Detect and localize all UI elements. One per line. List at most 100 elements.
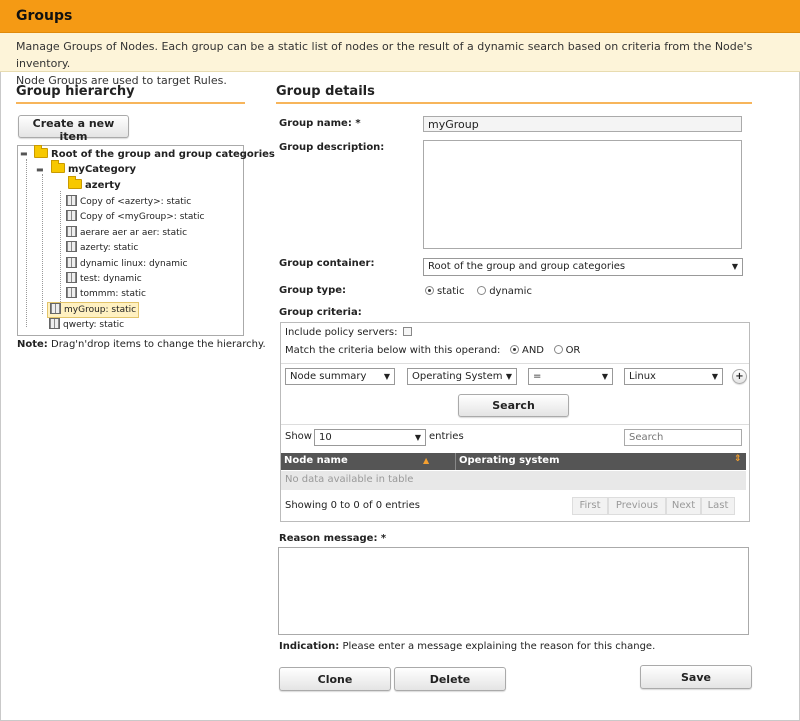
criteria-comparator-value: =: [533, 371, 542, 382]
tree-item-label: dynamic linux: dynamic: [80, 259, 188, 269]
operand-row: Match the criteria below with this opera…: [285, 345, 580, 356]
page-description: Manage Groups of Nodes. Each group can b…: [0, 33, 800, 87]
dropdown-arrow-icon: ▼: [731, 262, 738, 271]
group-container-select[interactable]: Root of the group and group categories ▼: [423, 258, 743, 276]
group-tree[interactable]: ▬ Root of the group and group categories…: [17, 145, 275, 336]
tree-root[interactable]: Root of the group and group categories: [34, 145, 275, 162]
pager-last[interactable]: Last: [701, 497, 735, 515]
criteria-value-value: Linux: [629, 371, 656, 382]
criteria-attribute-value: Operating System: [412, 371, 503, 382]
table-empty-row: No data available in table: [281, 471, 746, 490]
tree-group-item[interactable]: Copy of <myGroup>: static: [66, 210, 204, 224]
group-container-value: Root of the group and group categories: [428, 261, 626, 272]
column-node-name[interactable]: Node name: [284, 455, 348, 466]
server-icon: [66, 272, 77, 283]
entries-label: entries: [429, 431, 464, 442]
hierarchy-title: Group hierarchy: [16, 84, 245, 104]
reason-message-input[interactable]: [278, 547, 749, 635]
add-criteria-button[interactable]: +: [732, 369, 747, 384]
tree-item-label: Copy of <myGroup>: static: [80, 212, 205, 222]
group-description-input[interactable]: [423, 140, 742, 249]
server-icon: [66, 287, 77, 298]
tree-category[interactable]: myCategory: [51, 160, 137, 177]
collapse-icon[interactable]: ▬: [36, 165, 44, 174]
tree-group-item[interactable]: azerty: static: [66, 241, 138, 255]
criteria-comparator-select[interactable]: = ▼: [528, 368, 613, 385]
divider: [281, 424, 749, 425]
tree-group-item-selected[interactable]: myGroup: static: [47, 302, 140, 318]
operand-and-radio[interactable]: AND: [509, 345, 545, 356]
type-dynamic-radio[interactable]: dynamic: [477, 286, 532, 297]
pager-previous[interactable]: Previous: [608, 497, 666, 515]
and-label: AND: [521, 345, 545, 356]
column-operating-system[interactable]: Operating system: [459, 455, 560, 466]
sort-both-icon[interactable]: ⇕: [734, 454, 742, 464]
operand-or-radio[interactable]: OR: [553, 345, 580, 356]
group-type-options: static dynamic: [425, 286, 532, 297]
entries-value: 10: [319, 432, 332, 443]
server-icon: [66, 195, 77, 206]
include-policy-checkbox[interactable]: [403, 327, 413, 336]
tree-item-label: myGroup: static: [64, 305, 137, 315]
pager-first[interactable]: First: [572, 497, 608, 515]
group-description-label: Group description:: [279, 142, 385, 153]
table-search-input[interactable]: [624, 429, 742, 446]
group-type-label: Group type:: [279, 285, 347, 296]
include-policy-row: Include policy servers:: [285, 327, 413, 338]
type-dynamic-label: dynamic: [489, 286, 532, 297]
radio-empty-icon: [477, 286, 487, 295]
radio-selected-icon: [425, 286, 434, 295]
tree-item-label: test: dynamic: [80, 274, 142, 284]
tree-guide: [60, 191, 61, 316]
folder-icon: [68, 176, 82, 189]
tree-guide: [26, 159, 27, 327]
sort-asc-icon[interactable]: ▲: [423, 456, 429, 465]
entries-select[interactable]: 10 ▼: [314, 429, 426, 446]
criteria-attribute-select[interactable]: Operating System ▼: [407, 368, 517, 385]
server-icon: [66, 241, 77, 252]
search-button[interactable]: Search: [458, 394, 569, 417]
tree-group-item[interactable]: aerare aer ar aer: static: [66, 226, 187, 240]
server-icon: [66, 226, 77, 237]
server-icon: [49, 318, 60, 329]
save-button[interactable]: Save: [640, 665, 752, 689]
note-text: Drag'n'drop items to change the hierarch…: [51, 339, 266, 350]
folder-icon: [34, 145, 48, 158]
tree-subcategory-label: azerty: [85, 180, 121, 191]
dropdown-arrow-icon: ▼: [414, 433, 421, 442]
dropdown-arrow-icon: ▼: [711, 372, 718, 381]
group-name-input[interactable]: [423, 116, 742, 132]
collapse-icon[interactable]: ▬: [20, 149, 28, 158]
tree-group-item[interactable]: qwerty: static: [49, 318, 124, 332]
tree-group-item[interactable]: tommm: static: [66, 287, 146, 301]
tree-category-label: myCategory: [68, 164, 137, 175]
tree-group-item[interactable]: Copy of <azerty>: static: [66, 195, 191, 209]
show-label: Show: [285, 431, 312, 442]
tree-group-item[interactable]: test: dynamic: [66, 272, 142, 286]
tree-item-label: qwerty: static: [63, 320, 125, 330]
server-icon: [66, 210, 77, 221]
divider: [281, 363, 749, 364]
pager-next[interactable]: Next: [666, 497, 701, 515]
server-icon: [50, 303, 61, 314]
criteria-object-select[interactable]: Node summary ▼: [285, 368, 395, 385]
criteria-value-select[interactable]: Linux ▼: [624, 368, 723, 385]
clone-button[interactable]: Clone: [279, 667, 391, 691]
create-item-button[interactable]: Create a new item: [18, 115, 129, 143]
group-container-label: Group container:: [279, 258, 375, 269]
group-name-label: Group name: *: [279, 118, 361, 129]
folder-icon: [51, 160, 65, 173]
table-header: Node name ▲ Operating system ⇕: [281, 453, 746, 470]
delete-button[interactable]: Delete: [394, 667, 506, 691]
indication-text: Please enter a message explaining the re…: [342, 641, 656, 652]
group-criteria-label: Group criteria:: [279, 307, 362, 318]
tree-group-item[interactable]: dynamic linux: dynamic: [66, 257, 187, 271]
tree-guide: [42, 174, 43, 314]
type-static-radio[interactable]: static: [425, 286, 464, 297]
tree-subcategory[interactable]: azerty: [68, 176, 121, 193]
details-title: Group details: [276, 84, 752, 104]
hierarchy-note: Note: Drag'n'drop items to change the hi…: [17, 339, 266, 350]
tree-item-label: Copy of <azerty>: static: [80, 197, 192, 207]
dropdown-arrow-icon: ▼: [601, 372, 608, 381]
tree-root-label: Root of the group and group categories: [51, 149, 275, 160]
